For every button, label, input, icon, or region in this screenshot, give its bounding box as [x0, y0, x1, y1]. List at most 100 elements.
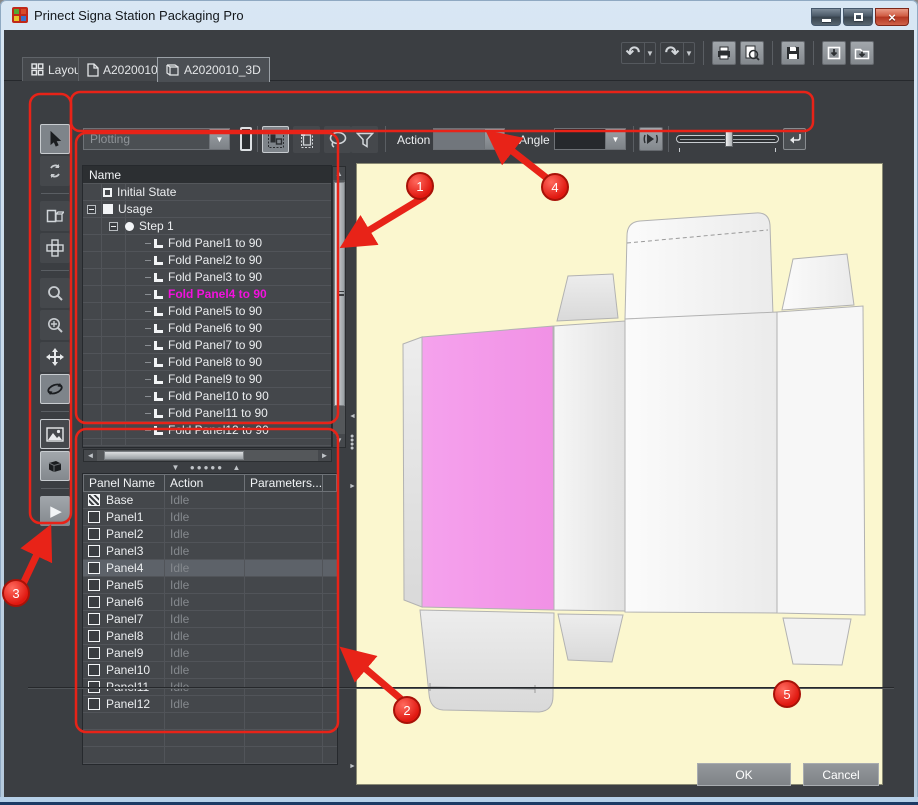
chevron-down-icon[interactable]: ▼	[209, 129, 229, 149]
bottom-flap-pink-column[interactable]	[420, 610, 554, 712]
redo-dropdown[interactable]: ▼	[683, 43, 694, 63]
tree-item[interactable]: Fold Panel5 to 90	[83, 303, 331, 320]
table-row-panel3[interactable]: Panel3Idle	[83, 543, 337, 560]
tree-item[interactable]: Fold Panel3 to 90	[83, 269, 331, 286]
select-cursor-button[interactable]	[40, 124, 70, 154]
tree-item[interactable]: Fold Panel6 to 90	[83, 320, 331, 337]
tree-vertical-scrollbar[interactable]: ▲ ▼	[332, 166, 346, 448]
undo-button[interactable]: ↶ ▼	[621, 42, 656, 64]
maximize-button[interactable]	[843, 8, 873, 26]
column-header-parameters-[interactable]: Parameters...	[245, 474, 323, 492]
redo-button[interactable]: ↷ ▼	[660, 42, 695, 64]
close-button[interactable]: ×	[875, 8, 909, 26]
animate-button[interactable]	[639, 127, 663, 151]
play-animation-button[interactable]: ▶	[40, 496, 70, 526]
table-row-panel8[interactable]: Panel8Idle	[83, 628, 337, 645]
tree-horizontal-scrollbar[interactable]: ◄ ►	[83, 449, 332, 462]
filter-button[interactable]	[351, 126, 378, 153]
table-row-panel5[interactable]: Panel5Idle	[83, 577, 337, 594]
apply-button[interactable]	[783, 128, 806, 150]
table-row-panel9[interactable]: Panel9Idle	[83, 645, 337, 662]
tree-item[interactable]: Step 1	[83, 218, 331, 235]
scroll-right-icon[interactable]: ►	[318, 450, 331, 461]
table-row-panel1[interactable]: Panel1Idle	[83, 509, 337, 526]
ok-button[interactable]: OK	[697, 763, 791, 786]
tree-item[interactable]: Fold Panel4 to 90	[83, 286, 331, 303]
tree-item[interactable]: Fold Panel7 to 90	[83, 337, 331, 354]
export-button[interactable]	[850, 41, 874, 65]
animation-slider[interactable]	[676, 131, 779, 147]
collapse-right-icon[interactable]: ►	[349, 763, 356, 770]
top-flap-column3[interactable]	[625, 213, 773, 319]
rotate-3d-button[interactable]	[40, 374, 70, 404]
tree-item[interactable]: Usage	[83, 201, 331, 218]
table-row-panel6[interactable]: Panel6Idle	[83, 594, 337, 611]
splitter-grip[interactable]: ●●●●	[350, 435, 354, 451]
bottom-flap-column2[interactable]	[558, 614, 623, 662]
import-button[interactable]	[822, 41, 846, 65]
tree-item[interactable]: Fold Panel12 to 90	[83, 422, 331, 439]
collapse-icon[interactable]	[109, 222, 118, 231]
tree-item[interactable]: Fold Panel8 to 90	[83, 354, 331, 371]
undo-dropdown[interactable]: ▼	[644, 43, 655, 63]
action-combobox[interactable]: ▼	[433, 128, 505, 150]
collapse-icon[interactable]	[87, 205, 96, 214]
tree-item[interactable]: Fold Panel11 to 90	[83, 405, 331, 422]
sheet-region-button[interactable]	[293, 126, 320, 153]
table-row-panel2[interactable]: Panel2Idle	[83, 526, 337, 543]
collapse-left-icon[interactable]: ◄	[349, 413, 356, 420]
panel-visibility-toggle[interactable]	[240, 127, 252, 151]
unfold-box-button[interactable]	[40, 233, 70, 263]
image-view-button[interactable]	[40, 419, 70, 449]
angle-combobox[interactable]: ▼	[554, 128, 626, 150]
table-row-empty[interactable]	[83, 730, 337, 747]
table-row-panel12[interactable]: Panel12Idle	[83, 696, 337, 713]
scroll-left-icon[interactable]: ◄	[84, 450, 97, 461]
tree-item[interactable]: Fold Panel2 to 90	[83, 252, 331, 269]
table-row-empty[interactable]	[83, 747, 337, 764]
zoom-region-button[interactable]	[40, 310, 70, 340]
tree-item[interactable]: Fold Panel10 to 90	[83, 388, 331, 405]
lasso-select-button[interactable]	[324, 126, 351, 153]
panel-column3[interactable]	[625, 312, 777, 613]
preview-3d-canvas[interactable]	[356, 163, 883, 785]
collapse-right-icon[interactable]: ►	[349, 483, 356, 490]
table-row-panel10[interactable]: Panel10Idle	[83, 662, 337, 679]
table-row-empty[interactable]	[83, 713, 337, 730]
panels-view-button[interactable]	[40, 201, 70, 231]
column-header-action[interactable]: Action	[165, 474, 245, 492]
top-flap-column2[interactable]	[557, 274, 618, 321]
top-flap-column4[interactable]	[782, 254, 854, 310]
chevron-down-icon[interactable]: ▼	[605, 129, 625, 149]
tree-item[interactable]: Fold Panel1 to 90	[83, 235, 331, 252]
panel-splitter[interactable]: ▼ ●●●●● ▲	[82, 463, 332, 472]
table-row-panel7[interactable]: Panel7Idle	[83, 611, 337, 628]
scrollbar-thumb[interactable]	[334, 182, 345, 406]
slider-thumb[interactable]	[725, 131, 733, 147]
panel-column4[interactable]	[777, 306, 865, 615]
table-row-panel4[interactable]: Panel4Idle	[83, 560, 337, 577]
panel4-pink[interactable]	[422, 326, 554, 610]
fold-region-button[interactable]	[262, 126, 289, 153]
pan-button[interactable]	[40, 342, 70, 372]
save-button[interactable]	[781, 41, 805, 65]
scrollbar-thumb[interactable]	[104, 451, 244, 460]
tree-header[interactable]: Name	[83, 166, 331, 184]
tree-item[interactable]: Fold Panel9 to 90	[83, 371, 331, 388]
print-preview-button[interactable]	[740, 41, 764, 65]
chevron-down-icon[interactable]: ▼	[484, 129, 504, 149]
print-button[interactable]	[712, 41, 736, 65]
tree-item[interactable]: Initial State	[83, 184, 331, 201]
plot-mode-combobox[interactable]: Plotting ▼	[83, 128, 230, 150]
refresh-button[interactable]	[40, 156, 70, 186]
table-row-base[interactable]: BaseIdle	[83, 492, 337, 509]
minimize-button[interactable]	[811, 8, 841, 26]
preview-splitter-strip[interactable]: ◄ ●●●● ► ►	[348, 163, 356, 785]
bottom-flap-column4[interactable]	[783, 618, 851, 665]
zoom-button[interactable]	[40, 278, 70, 308]
tab-a2020010-3d[interactable]: A2020010_3D	[157, 57, 270, 82]
tab-a2020010[interactable]: A2020010	[78, 57, 167, 81]
scroll-up-icon[interactable]: ▲	[333, 167, 345, 180]
cube-3d-view-button[interactable]	[40, 451, 70, 481]
cancel-button[interactable]: Cancel	[803, 763, 879, 786]
